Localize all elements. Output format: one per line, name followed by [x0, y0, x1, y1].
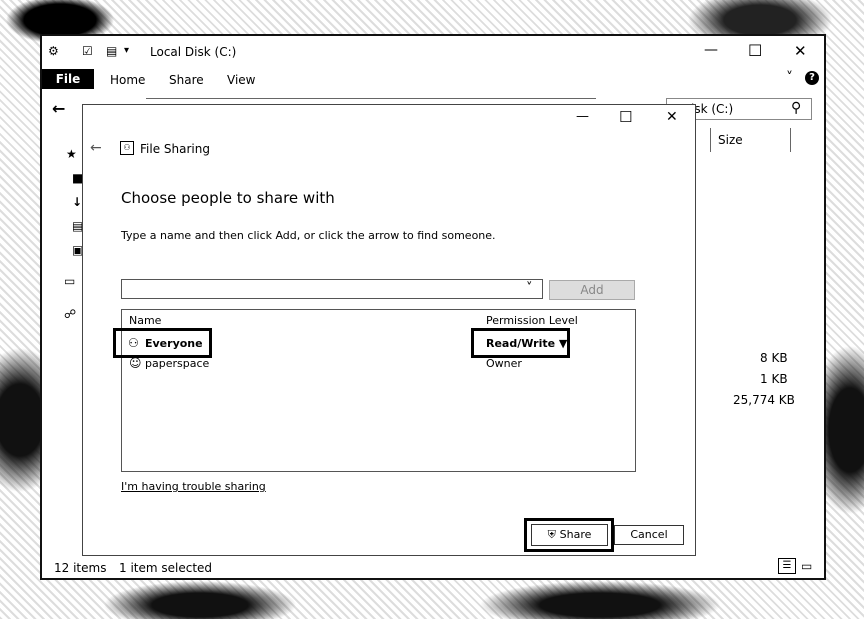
customize-toolbar-icon[interactable]: ▾ — [124, 46, 129, 56]
downloads-icon[interactable]: ↓ — [72, 196, 82, 208]
quick-access-star-icon[interactable]: ★ — [66, 148, 77, 160]
share-button[interactable]: ⛨ Share — [531, 524, 608, 546]
dialog-title: File Sharing — [140, 142, 210, 156]
name-combo-input[interactable]: ˅ — [121, 279, 543, 299]
column-divider — [790, 128, 791, 152]
back-icon[interactable]: ← — [52, 99, 65, 118]
large-icons-view-icon[interactable]: ▭ — [801, 559, 812, 573]
shield-icon: ⛨ — [547, 528, 556, 541]
status-item-count: 12 items — [54, 561, 107, 575]
quick-access-icon[interactable]: ⚙ — [48, 45, 59, 57]
trouble-sharing-link[interactable]: I'm having trouble sharing — [121, 480, 266, 493]
search-icon[interactable]: ⚲ — [791, 100, 801, 116]
tab-home[interactable]: Home — [110, 73, 145, 87]
dialog-maximize-icon[interactable]: ☐ — [619, 108, 632, 126]
column-size-header[interactable]: Size — [718, 133, 743, 147]
user-icon: ☺ — [129, 356, 142, 370]
dialog-back-icon[interactable]: ← — [90, 140, 102, 156]
dialog-heading: Choose people to share with — [121, 189, 335, 207]
users-icon: ⚇ — [128, 336, 139, 350]
add-button[interactable]: Add — [549, 280, 635, 300]
share-button-label: Share — [559, 528, 592, 541]
new-folder-icon[interactable]: ▤ — [106, 45, 117, 57]
ribbon-expand-icon[interactable]: ˅ — [786, 70, 793, 86]
file-sharing-icon: ⚇ — [120, 141, 134, 155]
user-name-everyone[interactable]: Everyone — [145, 337, 203, 350]
address-bar[interactable] — [146, 98, 596, 99]
dialog-instruction: Type a name and then click Add, or click… — [121, 229, 496, 242]
user-name-paperspace[interactable]: paperspace — [145, 357, 209, 370]
help-icon[interactable]: ? — [805, 71, 819, 85]
maximize-icon[interactable]: ☐ — [748, 41, 762, 60]
column-divider — [710, 128, 711, 152]
size-value: 8 KB — [760, 351, 788, 365]
size-value: 25,774 KB — [733, 393, 795, 407]
search-text: isk (C:) — [691, 102, 734, 116]
details-view-icon[interactable]: ☰ — [778, 558, 796, 574]
status-selected: 1 item selected — [119, 561, 213, 575]
this-pc-icon[interactable]: ▭ — [64, 275, 75, 287]
minimize-icon[interactable]: — — [704, 42, 718, 58]
window-title: Local Disk (C:) — [150, 45, 237, 59]
cancel-button[interactable]: Cancel — [614, 525, 684, 545]
dialog-close-icon[interactable]: ✕ — [666, 109, 678, 125]
tab-file[interactable]: File — [42, 69, 94, 89]
permission-dropdown-everyone[interactable]: Read/Write ▼ — [486, 337, 567, 350]
dialog-minimize-icon[interactable]: — — [576, 109, 589, 124]
close-icon[interactable]: ✕ — [794, 42, 807, 60]
tab-view[interactable]: View — [227, 73, 255, 87]
combo-dropdown-icon[interactable]: ˅ — [526, 281, 533, 296]
network-icon[interactable]: ☍ — [64, 308, 76, 320]
properties-icon[interactable]: ☑ — [82, 45, 93, 57]
tab-share[interactable]: Share — [169, 73, 204, 87]
column-name-header: Name — [129, 314, 162, 327]
permission-owner: Owner — [486, 357, 522, 370]
column-permission-header: Permission Level — [486, 314, 578, 327]
size-value: 1 KB — [760, 372, 788, 386]
